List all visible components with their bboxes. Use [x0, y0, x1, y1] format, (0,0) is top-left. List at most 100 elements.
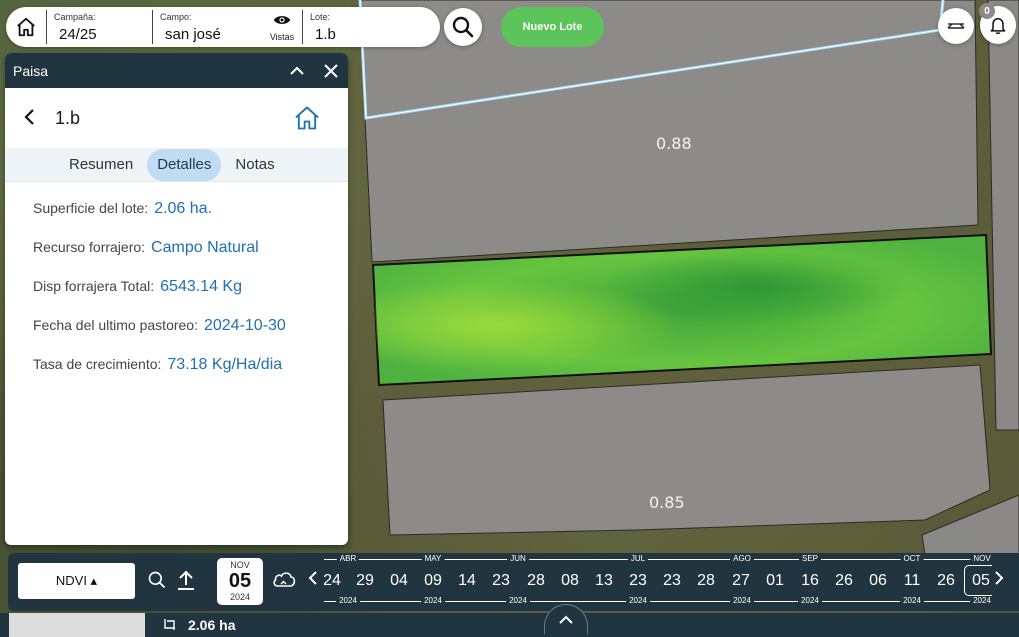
timeline-next-button[interactable]	[994, 570, 1004, 591]
month-label: AGO	[730, 554, 754, 563]
tab-detalles[interactable]: Detalles	[147, 148, 222, 181]
timeline-day[interactable]: 13	[595, 572, 613, 590]
timeline-prev-button[interactable]	[308, 570, 318, 591]
timeline-day[interactable]: 29	[356, 572, 374, 590]
cloud-icon	[273, 572, 296, 587]
timeline-day[interactable]: 26	[937, 572, 955, 590]
area-value: 2.06 ha	[188, 617, 236, 633]
chevron-left-icon	[24, 109, 34, 125]
timeline-day[interactable]: 06	[869, 572, 887, 590]
zoom-button[interactable]	[147, 570, 167, 595]
timeline-day[interactable]: 24	[324, 572, 341, 590]
detail-key: Superficie del lote:	[33, 200, 149, 216]
year-label: 2024	[626, 596, 650, 605]
timeline-day[interactable]: 28	[527, 572, 545, 590]
timeline-bar: NDVI ▴ NOV 05 2024 ABR MAY JUN JUL AGO S…	[8, 553, 1019, 611]
selected-day: 05	[228, 570, 252, 592]
month-label: MAY	[421, 554, 445, 563]
timeline-day[interactable]: 09	[424, 572, 442, 590]
timeline-day[interactable]: 14	[458, 572, 476, 590]
eye-icon	[273, 16, 291, 24]
month-label: SEP	[798, 554, 822, 563]
tab-resumen[interactable]: Resumen	[59, 149, 143, 181]
detail-row-disp-forrajera: Disp forrajera Total: 6543.14 Kg	[33, 278, 348, 317]
timeline-day[interactable]: 27	[732, 572, 750, 590]
month-label: JUN	[507, 554, 529, 563]
campana-label: Campaña:	[54, 12, 96, 22]
nuevo-lote-button[interactable]: Nuevo Lote	[501, 7, 604, 47]
map-value-label: 0.88	[656, 134, 692, 153]
timeline-day[interactable]: 01	[766, 572, 784, 590]
chevron-left-icon	[308, 571, 317, 585]
detail-value: Campo Natural	[151, 239, 259, 256]
lote-details-panel: Paisa 1.b Resumen Detalles Notas Superfi…	[5, 53, 348, 545]
details-list: Superficie del lote: 2.06 ha. Recurso fo…	[5, 182, 348, 395]
collapse-button[interactable]	[280, 53, 314, 88]
month-label: ABR	[336, 554, 360, 563]
year-label: 2024	[336, 596, 360, 605]
cloud-filter-button[interactable]	[271, 569, 297, 596]
status-footer: 2.06 ha	[0, 613, 1019, 637]
campo-selector[interactable]: Campo: san josé	[152, 10, 262, 44]
timeline-day[interactable]: 23	[663, 572, 681, 590]
detail-row-tasa-crecimiento: Tasa de crecimiento: 73.18 Kg/Ha/dia	[33, 356, 348, 395]
timeline-day[interactable]: 28	[697, 572, 715, 590]
map-value-label: 0.85	[649, 493, 685, 512]
timeline-day[interactable]: 04	[390, 572, 408, 590]
tab-notas[interactable]: Notas	[225, 149, 284, 181]
campo-label: Campo:	[160, 12, 192, 22]
chevron-up-icon	[290, 66, 304, 75]
search-icon	[452, 16, 474, 38]
timeline-day[interactable]: 23	[492, 572, 510, 590]
campana-selector[interactable]: Campaña: 24/25	[46, 10, 152, 44]
detail-value: 6543.14 Kg	[160, 278, 242, 295]
footer-scale-area	[9, 613, 145, 637]
layer-selector[interactable]: NDVI ▴	[18, 563, 135, 599]
search-button[interactable]	[444, 8, 482, 46]
magnifier-icon	[148, 571, 166, 589]
home-icon	[17, 17, 35, 37]
detail-row-recurso: Recurso forrajero: Campo Natural	[33, 239, 348, 278]
swap-arrows-icon	[947, 23, 965, 29]
upload-icon	[178, 570, 194, 590]
chevron-right-icon	[995, 571, 1004, 585]
detail-key: Recurso forrajero:	[33, 239, 146, 255]
lote-header: 1.b	[5, 88, 348, 148]
detail-key: Fecha del ultimo pastoreo:	[33, 317, 198, 333]
timeline-day[interactable]: 26	[835, 572, 853, 590]
lote-label: Lote:	[310, 12, 331, 22]
timeline-day[interactable]: 23	[629, 572, 647, 590]
selected-date-card[interactable]: NOV 05 2024	[217, 558, 263, 605]
home-button[interactable]	[6, 7, 46, 47]
detail-row-superficie: Superficie del lote: 2.06 ha.	[33, 200, 348, 239]
vistas-button[interactable]: Vistas	[262, 10, 302, 44]
detail-value: 2.06 ha.	[154, 200, 213, 217]
timeline-day[interactable]: 16	[801, 572, 819, 590]
timeline-day[interactable]: 11	[904, 572, 921, 590]
close-button[interactable]	[314, 53, 348, 88]
upload-button[interactable]	[176, 569, 196, 596]
date-timeline[interactable]: ABR MAY JUN JUL AGO SEP OCT NOV 2024 202…	[324, 553, 992, 611]
swap-button[interactable]	[938, 8, 974, 44]
detail-key: Disp forrajera Total:	[33, 278, 155, 294]
panel-title: Paisa	[13, 62, 49, 79]
lote-selector[interactable]: Lote: 1.b	[302, 10, 432, 44]
detail-value: 2024-10-30	[203, 317, 286, 334]
selected-month: NOV	[230, 560, 250, 570]
home-icon	[295, 106, 319, 130]
campo-value: san josé	[165, 26, 221, 43]
month-label: OCT	[900, 554, 924, 563]
year-label: 2024	[506, 596, 530, 605]
timeline-day[interactable]: 08	[561, 572, 579, 590]
selected-year: 2024	[229, 592, 251, 602]
back-button[interactable]	[23, 108, 37, 131]
year-label: 2024	[970, 596, 992, 605]
detail-key: Tasa de crecimiento:	[33, 356, 162, 372]
notifications-badge: 0	[979, 3, 995, 19]
detail-value: 73.18 Kg/Ha/dia	[167, 356, 283, 373]
panel-tabs: Resumen Detalles Notas	[5, 148, 348, 182]
detail-row-fecha-pastoreo: Fecha del ultimo pastoreo: 2024-10-30	[33, 317, 348, 356]
chevron-up-icon	[559, 615, 573, 624]
area-icon	[163, 618, 177, 637]
lote-home-button[interactable]	[293, 104, 321, 137]
